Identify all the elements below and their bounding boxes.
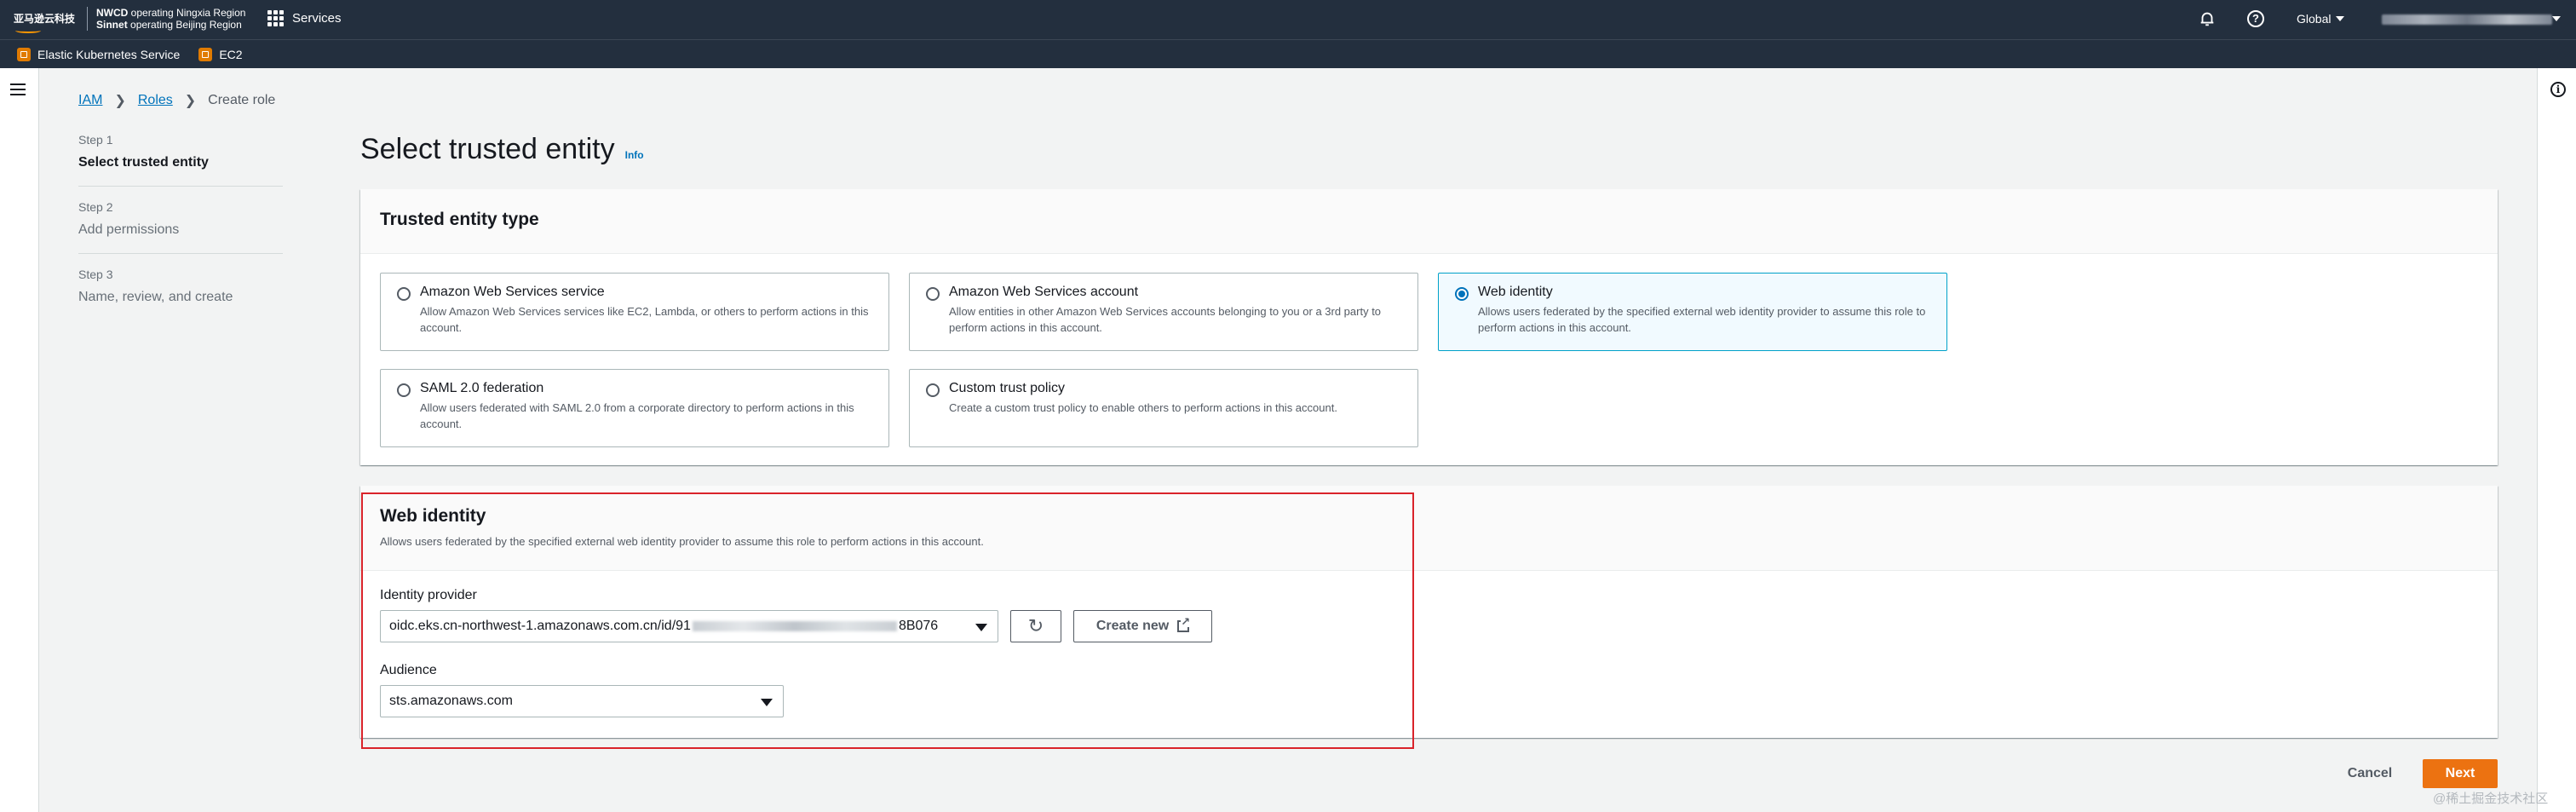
step-1: Step 1 Select trusted entity: [78, 133, 283, 187]
favorite-ec2[interactable]: EC2: [198, 47, 243, 61]
eks-icon: [17, 47, 31, 61]
favorites-bar: Elastic Kubernetes Service EC2: [0, 39, 2576, 68]
tile-title: Custom trust policy: [949, 381, 1066, 395]
trusted-entity-title: Trusted entity type: [380, 210, 539, 229]
logo-smile-icon: [15, 28, 41, 33]
tile-description: Allow entities in other Amazon Web Servi…: [949, 305, 1382, 334]
bell-icon[interactable]: [2198, 9, 2217, 28]
identity-provider-select[interactable]: oidc.eks.cn-northwest-1.amazonaws.com.cn…: [380, 610, 998, 642]
caret-down-icon: [761, 699, 773, 706]
tile-web-identity[interactable]: Web identity Allows users federated by t…: [1438, 273, 1947, 351]
blurred-identifier: [692, 620, 897, 631]
refresh-button[interactable]: ↻: [1010, 610, 1061, 642]
breadcrumb-current: Create role: [208, 93, 276, 107]
breadcrumb: IAM ❯ Roles ❯ Create role: [78, 92, 275, 109]
favorite-eks-label: Elastic Kubernetes Service: [37, 47, 181, 61]
grid-icon: [267, 10, 284, 26]
step-number: Step 3: [78, 268, 113, 281]
audience-select[interactable]: sts.amazonaws.com: [380, 685, 784, 717]
web-identity-description: Allows users federated by the specified …: [380, 535, 984, 548]
tile-description: Allow users federated with SAML 2.0 from…: [420, 401, 854, 430]
page-title-text: Select trusted entity: [360, 133, 615, 165]
favorite-ec2-label: EC2: [219, 47, 243, 61]
radio-button[interactable]: [926, 383, 940, 397]
help-icon[interactable]: ?: [2247, 10, 2264, 27]
audience-label: Audience: [380, 663, 437, 677]
region-line1: operating Ningxia Region: [128, 7, 246, 19]
create-new-label: Create new: [1095, 619, 1170, 633]
page-title: Select trusted entity Info: [360, 133, 644, 166]
left-navigation-strip: [0, 68, 39, 812]
right-tools-strip: i: [2537, 68, 2576, 812]
aws-logo[interactable]: 亚马逊云科技 NWCD operating Ningxia Region Sin…: [14, 7, 245, 33]
tile-description: Allow Amazon Web Services services like …: [420, 305, 869, 334]
tile-custom-trust-policy[interactable]: Custom trust policy Create a custom trus…: [909, 369, 1418, 447]
logo-text: 亚马逊云科技: [14, 13, 76, 25]
caret-down-icon: [2336, 16, 2345, 21]
region-selector-label: Global: [2297, 12, 2332, 26]
tile-title: Amazon Web Services service: [420, 285, 605, 299]
region-selector[interactable]: Global: [2297, 12, 2345, 26]
tile-title: Amazon Web Services account: [949, 285, 1139, 299]
ec2-icon: [198, 47, 213, 61]
logo-divider: [87, 7, 89, 31]
trusted-entity-header: Trusted entity type: [360, 189, 2498, 254]
tile-aws-service[interactable]: Amazon Web Services service Allow Amazon…: [380, 273, 889, 351]
services-label: Services: [292, 11, 342, 26]
radio-button[interactable]: [926, 287, 940, 301]
radio-button-selected[interactable]: [1455, 287, 1469, 301]
next-button[interactable]: Next: [2423, 759, 2498, 788]
step-2: Step 2 Add permissions: [78, 200, 283, 254]
create-new-button[interactable]: Create new: [1073, 610, 1212, 642]
identity-provider-value-prefix: oidc.eks.cn-northwest-1.amazonaws.com.cn…: [389, 619, 691, 633]
services-menu-button[interactable]: Services: [267, 10, 342, 26]
info-link[interactable]: Info: [625, 149, 644, 161]
refresh-icon: ↻: [1027, 615, 1044, 636]
account-menu-blurred[interactable]: [2382, 14, 2552, 25]
audience-value: sts.amazonaws.com: [389, 694, 513, 708]
web-identity-container: Web identity Allows users federated by t…: [360, 486, 2498, 738]
info-panel-icon[interactable]: i: [2550, 82, 2566, 97]
tile-aws-account[interactable]: Amazon Web Services account Allow entiti…: [909, 273, 1418, 351]
step-title: Name, review, and create: [78, 290, 233, 304]
breadcrumb-roles[interactable]: Roles: [138, 93, 173, 108]
top-navigation: 亚马逊云科技 NWCD operating Ningxia Region Sin…: [0, 0, 2576, 39]
identity-provider-value-suffix: 8B076: [898, 619, 939, 633]
external-link-icon: [1177, 616, 1191, 632]
web-identity-title: Web identity: [380, 506, 486, 526]
radio-button[interactable]: [397, 383, 411, 397]
chevron-right-icon: ❯: [184, 94, 197, 108]
region-line2-bold: Sinnet: [96, 19, 128, 31]
tile-title: SAML 2.0 federation: [420, 381, 544, 395]
caret-down-icon: [975, 624, 987, 631]
watermark: @稀土掘金技术社区: [2433, 792, 2549, 806]
region-line1-bold: NWCD: [96, 7, 129, 19]
step-title: Add permissions: [78, 222, 180, 237]
step-3: Step 3 Name, review, and create: [78, 268, 283, 320]
radio-button[interactable]: [397, 287, 411, 301]
tile-description: Allows users federated by the specified …: [1478, 305, 1926, 334]
account-caret-icon[interactable]: [2552, 16, 2561, 21]
wizard-steps: Step 1 Select trusted entity Step 2 Add …: [78, 133, 283, 334]
favorite-eks[interactable]: Elastic Kubernetes Service: [17, 47, 181, 61]
tile-title: Web identity: [1478, 285, 1553, 299]
tile-saml-federation[interactable]: SAML 2.0 federation Allow users federate…: [380, 369, 889, 447]
step-number: Step 1: [78, 133, 113, 147]
cancel-button[interactable]: Cancel: [2332, 759, 2407, 788]
trusted-entity-container: Trusted entity type Amazon Web Services …: [360, 189, 2498, 465]
tile-description: Create a custom trust policy to enable o…: [949, 401, 1337, 414]
breadcrumb-iam[interactable]: IAM: [78, 93, 102, 108]
region-line2: operating Beijing Region: [127, 19, 242, 31]
identity-provider-label: Identity provider: [380, 588, 477, 602]
region-operator-text: NWCD operating Ningxia Region Sinnet ope…: [96, 7, 245, 31]
step-number: Step 2: [78, 200, 113, 214]
web-identity-header: Web identity Allows users federated by t…: [360, 486, 2498, 571]
hamburger-menu-icon[interactable]: [10, 84, 27, 95]
chevron-right-icon: ❯: [114, 94, 126, 108]
step-title: Select trusted entity: [78, 155, 209, 170]
